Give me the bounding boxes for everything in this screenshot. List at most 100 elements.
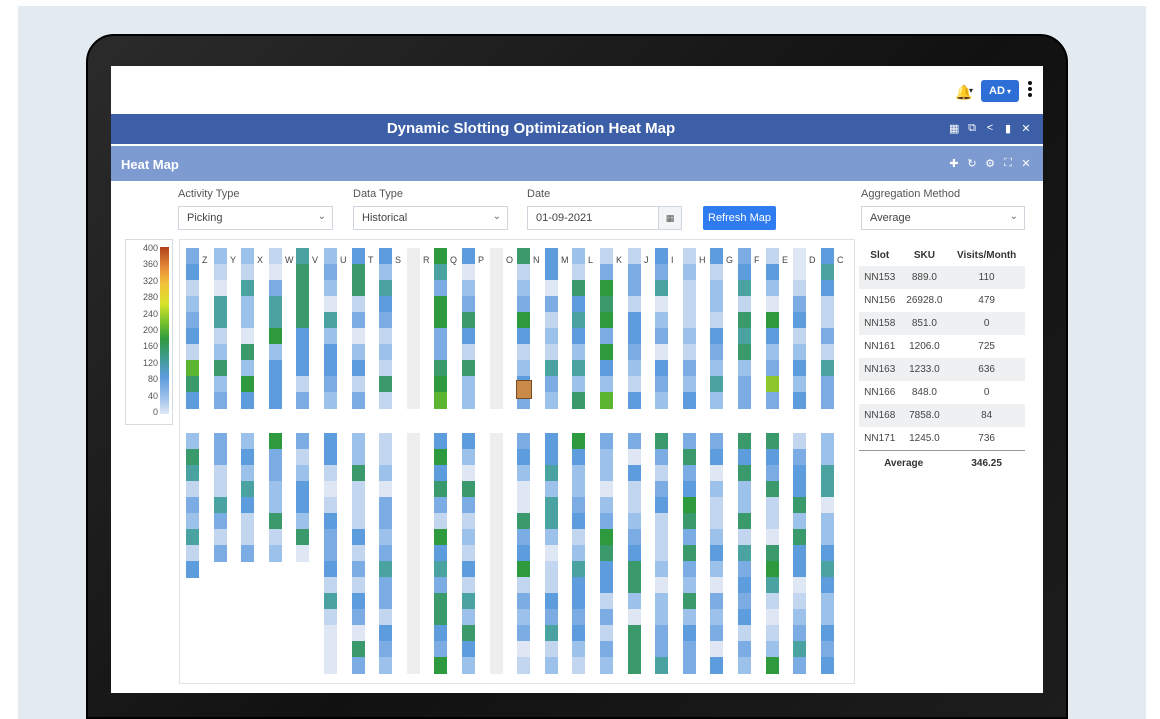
heatmap-cell[interactable] bbox=[545, 376, 558, 393]
heatmap-cell[interactable] bbox=[490, 529, 503, 546]
heatmap-cell[interactable] bbox=[186, 264, 199, 281]
heatmap-cell[interactable] bbox=[793, 577, 806, 594]
heatmap-cell[interactable] bbox=[710, 625, 723, 642]
heatmap-cell[interactable] bbox=[407, 449, 420, 466]
heatmap-cell[interactable] bbox=[490, 577, 503, 594]
heatmap-cell[interactable] bbox=[710, 360, 723, 377]
heatmap-cell[interactable] bbox=[821, 360, 834, 377]
heatmap-cell[interactable] bbox=[821, 545, 834, 562]
heatmap-cell[interactable] bbox=[793, 481, 806, 498]
heatmap-cell[interactable] bbox=[324, 529, 337, 546]
heatmap-cell[interactable] bbox=[683, 625, 696, 642]
heatmap-cell[interactable] bbox=[766, 497, 779, 514]
heatmap-cell[interactable] bbox=[572, 513, 585, 530]
heatmap-cell[interactable] bbox=[683, 545, 696, 562]
heatmap-cell[interactable] bbox=[352, 529, 365, 546]
heatmap-cell[interactable] bbox=[434, 248, 447, 265]
heatmap-cell[interactable] bbox=[241, 248, 254, 265]
heatmap-cell[interactable] bbox=[490, 360, 503, 377]
heatmap-cell[interactable] bbox=[793, 529, 806, 546]
heatmap-cell[interactable] bbox=[572, 312, 585, 329]
heatmap-cell[interactable] bbox=[407, 513, 420, 530]
heatmap-cell[interactable] bbox=[710, 545, 723, 562]
heatmap-cell[interactable] bbox=[352, 465, 365, 482]
heatmap-cell[interactable] bbox=[407, 577, 420, 594]
heatmap-cell[interactable] bbox=[766, 529, 779, 546]
heatmap-cell[interactable] bbox=[434, 577, 447, 594]
heatmap-cell[interactable] bbox=[296, 344, 309, 361]
heatmap-cell[interactable] bbox=[821, 625, 834, 642]
heatmap-cell[interactable] bbox=[296, 328, 309, 345]
heatmap-cell[interactable] bbox=[186, 433, 199, 450]
heatmap-cell[interactable] bbox=[766, 376, 779, 393]
heatmap-cell[interactable] bbox=[600, 625, 613, 642]
heatmap-cell[interactable] bbox=[269, 312, 282, 329]
heatmap-cell[interactable] bbox=[407, 545, 420, 562]
heatmap-cell[interactable] bbox=[407, 328, 420, 345]
heatmap-cell[interactable] bbox=[710, 392, 723, 409]
heatmap-cell[interactable] bbox=[545, 465, 558, 482]
heatmap-cell[interactable] bbox=[241, 433, 254, 450]
heatmap-cell[interactable] bbox=[434, 344, 447, 361]
heatmap-cell[interactable] bbox=[600, 657, 613, 674]
heatmap-cell[interactable] bbox=[296, 529, 309, 546]
heatmap-cell[interactable] bbox=[379, 449, 392, 466]
heatmap-cell[interactable] bbox=[517, 497, 530, 514]
heatmap-cell[interactable] bbox=[600, 296, 613, 313]
heatmap-cell[interactable] bbox=[738, 280, 751, 297]
copy-icon[interactable]: ⧉ bbox=[967, 122, 977, 135]
date-input[interactable]: 01-09-2021 bbox=[527, 206, 659, 230]
heatmap-cell[interactable] bbox=[490, 513, 503, 530]
heatmap-cell[interactable] bbox=[434, 264, 447, 281]
heatmap-cell[interactable] bbox=[296, 513, 309, 530]
heatmap-cell[interactable] bbox=[628, 641, 641, 658]
heatmap-cell[interactable] bbox=[683, 328, 696, 345]
heatmap-cell[interactable] bbox=[296, 280, 309, 297]
heatmap-cell[interactable] bbox=[490, 545, 503, 562]
heatmap-cell[interactable] bbox=[545, 392, 558, 409]
table-row[interactable]: NN161 1206.0 725 bbox=[859, 335, 1025, 358]
heatmap-cell[interactable] bbox=[241, 376, 254, 393]
heatmap-cell[interactable] bbox=[517, 561, 530, 578]
heatmap-cell[interactable] bbox=[572, 465, 585, 482]
heatmap-cell[interactable] bbox=[655, 481, 668, 498]
heatmap-cell[interactable] bbox=[407, 312, 420, 329]
heatmap-cell[interactable] bbox=[545, 433, 558, 450]
heatmap-cell[interactable] bbox=[434, 376, 447, 393]
heatmap-cell[interactable] bbox=[296, 392, 309, 409]
heatmap-cell[interactable] bbox=[407, 392, 420, 409]
heatmap-cell[interactable] bbox=[738, 328, 751, 345]
heatmap-cell[interactable] bbox=[683, 593, 696, 610]
heatmap-cell[interactable] bbox=[710, 376, 723, 393]
heatmap-cell[interactable] bbox=[186, 513, 199, 530]
heatmap-cell[interactable] bbox=[379, 344, 392, 361]
heatmap-cell[interactable] bbox=[572, 545, 585, 562]
heatmap-cell[interactable] bbox=[793, 392, 806, 409]
heatmap-cell[interactable] bbox=[434, 593, 447, 610]
heatmap-cell[interactable] bbox=[407, 465, 420, 482]
heatmap-cell[interactable] bbox=[517, 264, 530, 281]
heatmap-cell[interactable] bbox=[738, 465, 751, 482]
heatmap-cell[interactable] bbox=[269, 392, 282, 409]
heatmap-cell[interactable] bbox=[186, 248, 199, 265]
heatmap-cell[interactable] bbox=[793, 593, 806, 610]
heatmap-cell[interactable] bbox=[352, 641, 365, 658]
heatmap-cell[interactable] bbox=[296, 248, 309, 265]
heatmap-cell[interactable] bbox=[793, 280, 806, 297]
heatmap-cell[interactable] bbox=[572, 529, 585, 546]
heatmap-cell[interactable] bbox=[572, 561, 585, 578]
heatmap-cell[interactable] bbox=[600, 497, 613, 514]
heatmap-cell[interactable] bbox=[324, 360, 337, 377]
heatmap-cell[interactable] bbox=[296, 433, 309, 450]
heatmap-cell[interactable] bbox=[655, 344, 668, 361]
heatmap-cell[interactable] bbox=[710, 481, 723, 498]
heatmap-cell[interactable] bbox=[379, 545, 392, 562]
heatmap-cell[interactable] bbox=[710, 465, 723, 482]
heatmap-cell[interactable] bbox=[821, 513, 834, 530]
heatmap-cell[interactable] bbox=[738, 497, 751, 514]
heatmap-cell[interactable] bbox=[793, 296, 806, 313]
heatmap-cell[interactable] bbox=[683, 376, 696, 393]
heatmap-cell[interactable] bbox=[821, 641, 834, 658]
heatmap-cell[interactable] bbox=[766, 449, 779, 466]
heatmap-cell[interactable] bbox=[738, 392, 751, 409]
